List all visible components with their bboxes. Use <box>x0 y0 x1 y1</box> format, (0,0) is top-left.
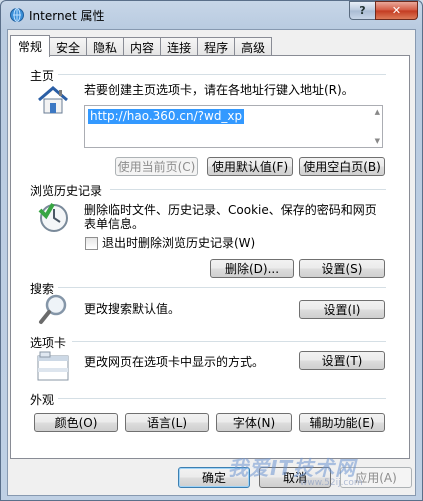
history-description-line1: 删除临时文件、历史记录、Cookie、保存的密码和网页 <box>84 203 377 217</box>
tab-content[interactable]: 内容 <box>124 37 162 56</box>
magnifier-icon <box>39 294 67 324</box>
homepage-url-value: http://hao.360.cn/?wd_xp <box>88 109 245 124</box>
homepage-section-title: 主页 <box>30 69 55 83</box>
tab-security[interactable]: 安全 <box>50 37 88 56</box>
title-bar[interactable]: Internet 属性 ? ✕ <box>1 1 422 29</box>
delete-on-exit-label: 退出时删除浏览历史记录(W) <box>102 236 256 250</box>
history-description-line2: 表单信息。 <box>84 217 145 231</box>
tabs-description: 更改网页在选项卡中显示的方式。 <box>84 355 265 369</box>
tab-strip: 常规 安全 隐私 内容 连接 程序 高级 <box>10 35 273 57</box>
history-settings-button[interactable]: 设置(S) <box>299 259 385 278</box>
close-icon: ✕ <box>391 4 402 17</box>
history-section-title: 浏览历史记录 <box>30 184 103 198</box>
tab-advanced[interactable]: 高级 <box>235 37 273 56</box>
tabs-section-title: 选项卡 <box>30 336 67 350</box>
homepage-divider <box>58 74 386 75</box>
watermark-url: www.52ij.com <box>300 478 363 488</box>
tab-programs[interactable]: 程序 <box>198 37 236 56</box>
internet-explorer-icon <box>10 8 24 22</box>
history-divider <box>110 189 386 190</box>
accessibility-button[interactable]: 辅助功能(E) <box>299 413 385 432</box>
search-divider <box>58 287 386 288</box>
tab-connections[interactable]: 连接 <box>161 37 199 56</box>
home-icon <box>38 86 68 114</box>
use-default-button[interactable]: 使用默认值(F) <box>207 157 293 176</box>
fonts-button[interactable]: 字体(N) <box>216 413 292 432</box>
colors-button[interactable]: 颜色(O) <box>34 413 118 432</box>
languages-button[interactable]: 语言(L) <box>125 413 209 432</box>
delete-on-exit-checkbox[interactable] <box>85 237 98 250</box>
history-clock-icon <box>38 202 68 232</box>
use-blank-button[interactable]: 使用空白页(B) <box>299 157 385 176</box>
tab-privacy[interactable]: 隐私 <box>87 37 125 56</box>
help-button[interactable]: ? <box>349 1 375 20</box>
search-description: 更改搜索默认值。 <box>84 302 181 316</box>
tab-general[interactable]: 常规 <box>10 35 51 57</box>
homepage-url-textarea[interactable]: http://hao.360.cn/?wd_xp ▲ ▼ <box>84 105 383 148</box>
window-title: Internet 属性 <box>29 9 105 23</box>
use-current-page-button[interactable]: 使用当前页(C) <box>115 157 198 176</box>
appearance-section-title: 外观 <box>30 393 55 407</box>
scroll-down-icon[interactable]: ▼ <box>375 137 380 145</box>
tabs-divider <box>72 341 386 342</box>
watermark-text: 我爱IT技术网 <box>228 456 357 480</box>
delete-history-button[interactable]: 删除(D)... <box>210 259 294 278</box>
search-settings-button[interactable]: 设置(I) <box>299 300 385 319</box>
scroll-up-icon[interactable]: ▲ <box>375 108 380 116</box>
appearance-divider <box>58 398 386 399</box>
close-button[interactable]: ✕ <box>375 1 418 20</box>
tabs-settings-button[interactable]: 设置(T) <box>299 351 385 370</box>
homepage-instruction: 若要创建主页选项卡，请在各地址行键入地址(R)。 <box>84 83 354 97</box>
tabs-window-icon <box>37 351 69 381</box>
